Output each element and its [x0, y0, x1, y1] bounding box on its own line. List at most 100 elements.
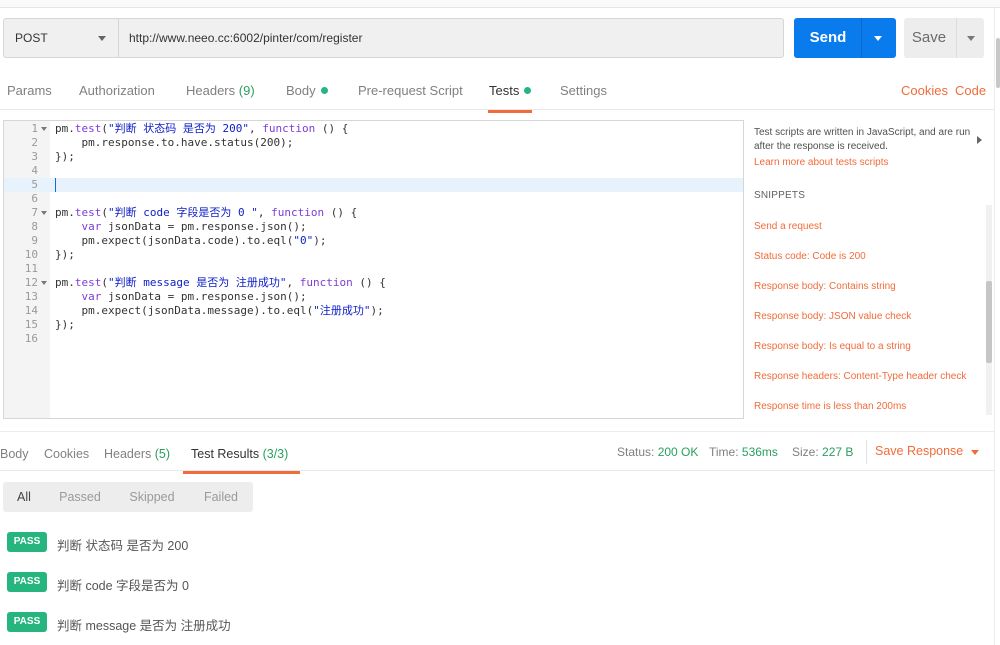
- result-filter-bar: All Passed Skipped Failed: [3, 482, 253, 512]
- time-value: 536ms: [741, 445, 778, 459]
- snippets-heading: SNIPPETS: [754, 190, 806, 201]
- test-result-name: 判断 message 是否为 注册成功: [57, 619, 231, 633]
- filter-all[interactable]: All: [9, 482, 39, 512]
- tab-count: (3/3): [262, 447, 289, 461]
- pass-badge: PASS: [7, 612, 47, 632]
- code-text: });: [55, 318, 75, 332]
- tab-authorization[interactable]: Authorization: [79, 83, 155, 98]
- test-result-name: 判断 状态码 是否为 200: [57, 539, 189, 553]
- code-line[interactable]: 10});: [4, 248, 743, 262]
- filter-failed[interactable]: Failed: [198, 482, 244, 512]
- code-line[interactable]: 2 pm.response.to.have.status(200);: [4, 136, 743, 150]
- code-line[interactable]: 8 var jsonData = pm.response.json();: [4, 220, 743, 234]
- code-line[interactable]: 12 pm.test("判断 message 是否为 注册成功", functio…: [4, 276, 743, 290]
- filter-passed[interactable]: Passed: [55, 482, 105, 512]
- code-text: pm.response.to.have.status(200);: [55, 136, 293, 150]
- code-text: pm.test("判断 message 是否为 注册成功", function …: [55, 276, 386, 290]
- page-scrollbar-thumb[interactable]: [996, 38, 1000, 88]
- tab-label: Params: [7, 83, 52, 98]
- tab-tests[interactable]: Tests: [487, 83, 533, 113]
- save-options-chevron-icon[interactable]: [967, 36, 975, 41]
- tab-params[interactable]: Params: [7, 83, 52, 98]
- code-token: function: [299, 276, 353, 289]
- page-scrollbar[interactable]: [994, 8, 1000, 645]
- status-value: 200 OK: [657, 445, 699, 459]
- snippet-item[interactable]: Response body: JSON value check: [754, 311, 911, 322]
- code-token: "0": [293, 234, 314, 247]
- code-token: });: [55, 248, 75, 261]
- save-response-button[interactable]: Save Response: [866, 440, 984, 464]
- tab-settings[interactable]: Settings: [560, 83, 607, 98]
- code-token: ,: [286, 276, 300, 289]
- tab-response-body[interactable]: Body: [0, 447, 29, 461]
- code-line[interactable]: 15});: [4, 318, 743, 332]
- snippet-item[interactable]: Send a request: [754, 221, 822, 232]
- code-line[interactable]: 5: [4, 178, 743, 192]
- code-line[interactable]: 4: [4, 164, 743, 178]
- request-tabs: Params Authorization Headers (9) Body Pr…: [0, 72, 994, 113]
- code-line[interactable]: 3});: [4, 150, 743, 164]
- line-number: 5: [31, 178, 38, 191]
- status-dot-icon: [524, 87, 532, 94]
- code-line[interactable]: 11: [4, 262, 743, 276]
- tab-response-headers[interactable]: Headers (5): [104, 447, 170, 461]
- code-line[interactable]: 1 pm.test("判断 状态码 是否为 200", function () {: [4, 122, 743, 136]
- code-token: () {: [352, 276, 386, 289]
- code-token: function: [271, 206, 325, 219]
- line-number: 4: [31, 164, 38, 177]
- line-number: 14: [24, 304, 38, 317]
- save-label: Save: [911, 29, 947, 46]
- code-line[interactable]: 6: [4, 192, 743, 206]
- line-number: 7: [31, 206, 38, 219]
- code-token: function: [262, 122, 316, 135]
- code-text: });: [55, 150, 75, 164]
- url-input[interactable]: http://www.neeo.cc:6002/pinter/com/regis…: [118, 18, 784, 58]
- learn-more-link[interactable]: Learn more about tests scripts: [754, 157, 889, 168]
- collapse-panel-arrow-icon[interactable]: [977, 136, 982, 144]
- code-text: var jsonData = pm.response.json();: [55, 220, 307, 234]
- tab-headers[interactable]: Headers (9): [186, 83, 255, 98]
- tab-label: Settings: [560, 83, 607, 98]
- snippet-item[interactable]: Response body: Is equal to a string: [754, 341, 911, 352]
- snippet-item[interactable]: Status code: Code is 200: [754, 251, 866, 262]
- filter-skipped[interactable]: Skipped: [123, 482, 181, 512]
- snippet-item[interactable]: Response headers: Content-Type header ch…: [754, 371, 966, 382]
- snippet-item[interactable]: Response time is less than 200ms: [754, 401, 906, 412]
- tab-pre-request-script[interactable]: Pre-request Script: [358, 83, 463, 98]
- code-line[interactable]: 13 var jsonData = pm.response.json();: [4, 290, 743, 304]
- chevron-down-icon: [98, 36, 106, 41]
- line-number: 10: [24, 248, 38, 261]
- response-status: Status: 200 OK: [617, 445, 698, 459]
- tab-label: Pre-request Script: [358, 83, 463, 98]
- tab-label: Authorization: [79, 83, 155, 98]
- tab-body[interactable]: Body: [286, 83, 328, 98]
- cookies-link[interactable]: Cookies: [901, 83, 948, 98]
- tab-response-cookies[interactable]: Cookies: [44, 447, 89, 461]
- tab-count: (5): [154, 447, 171, 461]
- method-select[interactable]: POST: [3, 18, 119, 58]
- test-script-editor[interactable]: 1 pm.test("判断 状态码 是否为 200", function () {…: [3, 120, 744, 419]
- code-line[interactable]: 14 pm.expect(jsonData.message).to.eql("注…: [4, 304, 743, 318]
- code-line[interactable]: 7 pm.test("判断 code 字段是否为 0 ", function ()…: [4, 206, 743, 220]
- code-link[interactable]: Code: [955, 83, 986, 98]
- code-line[interactable]: 9 pm.expect(jsonData.code).to.eql("0");: [4, 234, 743, 248]
- send-options-chevron-icon[interactable]: [874, 36, 882, 41]
- save-button[interactable]: Save: [904, 18, 984, 58]
- snippets-scrollbar[interactable]: [986, 205, 992, 415]
- fold-arrow-icon[interactable]: [41, 127, 47, 131]
- tab-count: (9): [238, 83, 255, 98]
- status-dot-icon: [320, 87, 328, 94]
- tab-test-results[interactable]: Test Results (3/3): [182, 447, 301, 474]
- size-label: Size:: [792, 445, 819, 459]
- snippets-scrollbar-thumb[interactable]: [986, 281, 992, 363]
- fold-arrow-icon[interactable]: [41, 281, 47, 285]
- snippet-item[interactable]: Response body: Contains string: [754, 281, 896, 292]
- send-label: Send: [809, 29, 847, 46]
- code-token: jsonData = pm.response.json();: [101, 220, 307, 233]
- test-result-name: 判断 code 字段是否为 0: [57, 579, 189, 593]
- send-button[interactable]: Send: [794, 18, 896, 58]
- fold-arrow-icon[interactable]: [41, 211, 47, 215]
- code-line[interactable]: 16: [4, 332, 743, 346]
- url-text: http://www.neeo.cc:6002/pinter/com/regis…: [129, 31, 363, 45]
